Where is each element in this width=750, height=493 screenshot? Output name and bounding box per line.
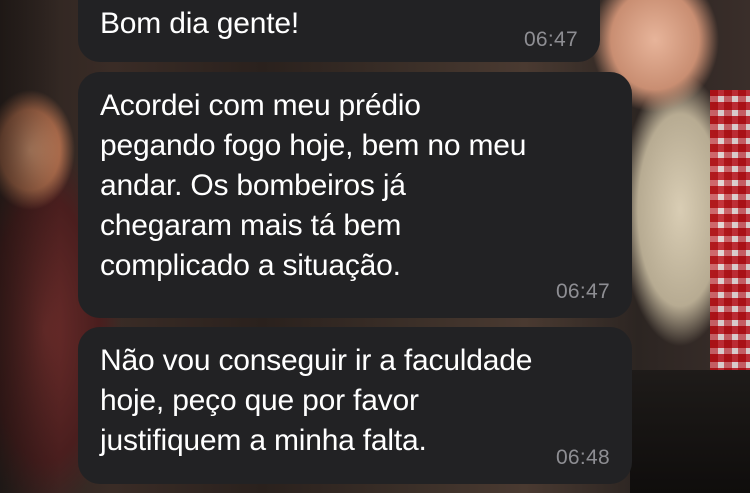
message-bubble[interactable]: Acordei com meu prédio pegando fogo hoje…: [78, 72, 632, 318]
message-bubble[interactable]: Não vou conseguir ir a faculdade hoje, p…: [78, 327, 632, 484]
message-text: Bom dia gente!: [100, 7, 299, 40]
message-text: Não vou conseguir ir a faculdade hoje, p…: [100, 344, 533, 457]
message-timestamp: 06:47: [523, 28, 578, 51]
message-timestamp: 06:47: [555, 280, 610, 303]
message-bubble[interactable]: Bom dia gente! 06:47: [78, 0, 600, 62]
message-list: Bom dia gente! 06:47 Acordei com meu pré…: [0, 0, 750, 493]
message-timestamp: 06:48: [555, 446, 610, 469]
message-text: Acordei com meu prédio pegando fogo hoje…: [100, 89, 527, 282]
